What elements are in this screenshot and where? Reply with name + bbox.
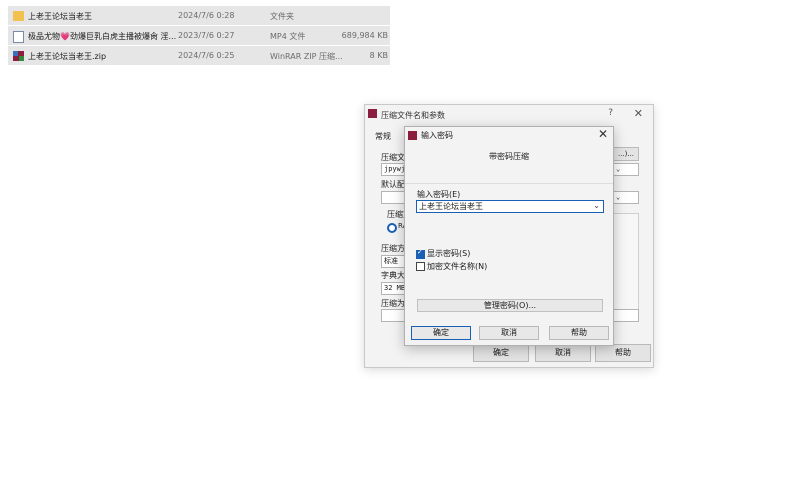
dialog-title: 压缩文件名和参数 [381,111,445,120]
file-date: 2024/7/6 0:28 [178,11,235,20]
file-name: 上老王论坛当老王 [28,12,92,21]
file-row[interactable]: 极品尤物💗劲爆巨乳白虎主播被爆肏 淫... 2023/7/6 0:27 MP4 … [8,26,390,45]
split-label: 压缩为 [381,299,405,308]
profile-select[interactable]: ⌄ [613,191,639,204]
encrypt-filenames-checkbox[interactable] [416,262,425,271]
default-profile-label: 默认配 [381,180,405,189]
cancel-button[interactable]: 取消 [535,344,591,362]
chevron-down-icon[interactable]: ⌄ [593,200,600,211]
show-password-label: 显示密码(S) [427,249,471,258]
dialog-title: 输入密码 [421,131,453,140]
tab-general[interactable]: 常规 [375,131,391,142]
file-name: 上老王论坛当老王.zip [28,52,107,61]
help-button[interactable]: 帮助 [595,344,651,362]
password-label: 输入密码(E) [417,190,461,199]
archive-name-label: 压缩文 [381,153,405,162]
show-password-checkbox[interactable] [416,248,425,259]
ok-button[interactable]: 确定 [411,326,471,340]
options-panel [611,213,639,311]
file-type: MP4 文件 [270,32,306,41]
file-type: 文件夹 [270,12,294,21]
help-icon[interactable]: ? [608,108,613,118]
manage-passwords-button[interactable]: 管理密码(O)... [417,299,603,312]
close-icon[interactable]: ✕ [634,107,643,120]
dialog-header: 带密码压缩 [489,152,529,161]
dictionary-label: 字典大 [381,271,405,280]
file-size: 8 KB [369,51,388,60]
file-name: 极品尤物💗劲爆巨乳白虎主播被爆肏 淫... [28,32,177,41]
encrypt-filenames-label: 加密文件名称(N) [427,262,488,271]
ok-button[interactable]: 确定 [473,344,529,362]
video-file-icon [13,31,24,43]
file-type: WinRAR ZIP 压缩... [270,52,343,61]
cancel-button[interactable]: 取消 [479,326,539,340]
divider [405,183,613,184]
enter-password-dialog: 输入密码 ✕ 带密码压缩 输入密码(E) 上老王论坛当老王 ⌄ 显示密码(S) … [404,126,614,346]
method-label: 压缩方 [381,244,405,253]
winrar-archive-icon [13,51,24,61]
file-list: 上老王论坛当老王 2024/7/6 0:28 文件夹 极品尤物💗劲爆巨乳白虎主播… [8,6,390,66]
update-mode-select[interactable]: ⌄ [613,163,639,176]
file-date: 2023/7/6 0:27 [178,31,235,40]
folder-icon [13,11,24,21]
close-icon[interactable]: ✕ [598,127,608,141]
file-date: 2024/7/6 0:25 [178,51,235,60]
rar-radio[interactable] [387,223,397,233]
password-input[interactable]: 上老王论坛当老王 ⌄ [416,200,604,213]
password-value: 上老王论坛当老王 [419,202,483,211]
file-row[interactable]: 上老王论坛当老王 2024/7/6 0:28 文件夹 [8,6,390,25]
browse-button[interactable]: ...)... [613,147,639,161]
winrar-icon [368,109,377,118]
file-row[interactable]: 上老王论坛当老王.zip 2024/7/6 0:25 WinRAR ZIP 压缩… [8,46,390,65]
file-size: 689,984 KB [341,31,388,40]
help-button[interactable]: 帮助 [549,326,609,340]
split-unit-select[interactable] [613,309,639,322]
winrar-icon [408,131,417,140]
